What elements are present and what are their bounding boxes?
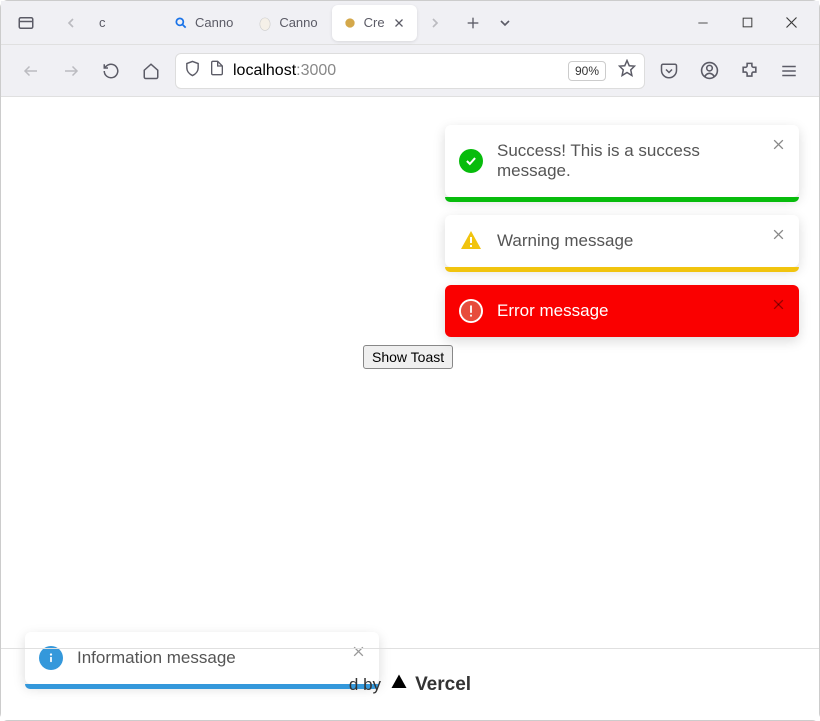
minimize-icon[interactable] bbox=[683, 7, 723, 39]
tab-back-icon[interactable] bbox=[55, 7, 87, 39]
vercel-logo-icon bbox=[387, 673, 409, 696]
url-field[interactable]: localhost:3000 90% bbox=[175, 53, 645, 89]
tab-forward-icon[interactable] bbox=[419, 7, 451, 39]
toast-message: Success! This is a success message. bbox=[497, 141, 700, 180]
tab-1[interactable]: Canno bbox=[163, 5, 243, 41]
toast-message: Warning message bbox=[497, 231, 633, 250]
reload-icon[interactable] bbox=[95, 55, 127, 87]
footer-text: d by bbox=[349, 675, 381, 695]
url-bar: localhost:3000 90% bbox=[1, 45, 819, 97]
nav-forward-icon[interactable] bbox=[55, 55, 87, 87]
check-circle-icon bbox=[459, 149, 483, 173]
extensions-icon[interactable] bbox=[733, 55, 765, 87]
toast-message: Error message bbox=[497, 301, 608, 320]
toast-success: Success! This is a success message. bbox=[445, 125, 799, 197]
maximize-icon[interactable] bbox=[727, 7, 767, 39]
progress-bar bbox=[445, 197, 799, 202]
toast-stack-top-right: Success! This is a success message. Warn… bbox=[445, 125, 799, 337]
tab-0[interactable]: c bbox=[89, 5, 159, 41]
error-circle-icon bbox=[459, 299, 483, 323]
tab-list-icon[interactable] bbox=[489, 7, 521, 39]
tab-close-icon[interactable] bbox=[391, 15, 407, 31]
sidebar-toggle-icon[interactable] bbox=[9, 6, 43, 40]
close-icon[interactable] bbox=[769, 225, 787, 243]
pocket-icon[interactable] bbox=[653, 55, 685, 87]
tab-label: c bbox=[99, 15, 106, 30]
shield-icon[interactable] bbox=[184, 60, 201, 82]
warning-triangle-icon bbox=[459, 229, 483, 253]
toast-error: Error message bbox=[445, 285, 799, 337]
close-icon[interactable] bbox=[769, 135, 787, 153]
zoom-badge[interactable]: 90% bbox=[568, 61, 606, 81]
bookmark-star-icon[interactable] bbox=[618, 59, 636, 82]
dot-icon bbox=[342, 15, 358, 31]
progress-bar bbox=[445, 267, 799, 272]
vercel-text: Vercel bbox=[415, 674, 471, 696]
egg-icon bbox=[257, 15, 273, 31]
home-icon[interactable] bbox=[135, 55, 167, 87]
close-icon[interactable] bbox=[769, 295, 787, 313]
page-info-icon[interactable] bbox=[209, 60, 225, 81]
search-icon bbox=[173, 15, 189, 31]
tab-2[interactable]: Canno bbox=[247, 5, 327, 41]
tab-bar: c Canno Canno Cre bbox=[1, 1, 819, 45]
window-controls bbox=[683, 7, 811, 39]
tab-label: Cre bbox=[364, 15, 385, 30]
nav-back-icon[interactable] bbox=[15, 55, 47, 87]
new-tab-icon[interactable] bbox=[457, 7, 489, 39]
close-window-icon[interactable] bbox=[771, 7, 811, 39]
menu-icon[interactable] bbox=[773, 55, 805, 87]
show-toast-button[interactable]: Show Toast bbox=[363, 345, 453, 369]
tab-label: Canno bbox=[279, 15, 317, 30]
page-content: Show Toast Success! This is a success me… bbox=[1, 97, 819, 720]
tab-3-active[interactable]: Cre bbox=[332, 5, 417, 41]
account-icon[interactable] bbox=[693, 55, 725, 87]
tab-label: Canno bbox=[195, 15, 233, 30]
toast-warning: Warning message bbox=[445, 215, 799, 267]
url-text: localhost:3000 bbox=[233, 62, 560, 80]
page-footer: d by Vercel bbox=[1, 648, 819, 720]
